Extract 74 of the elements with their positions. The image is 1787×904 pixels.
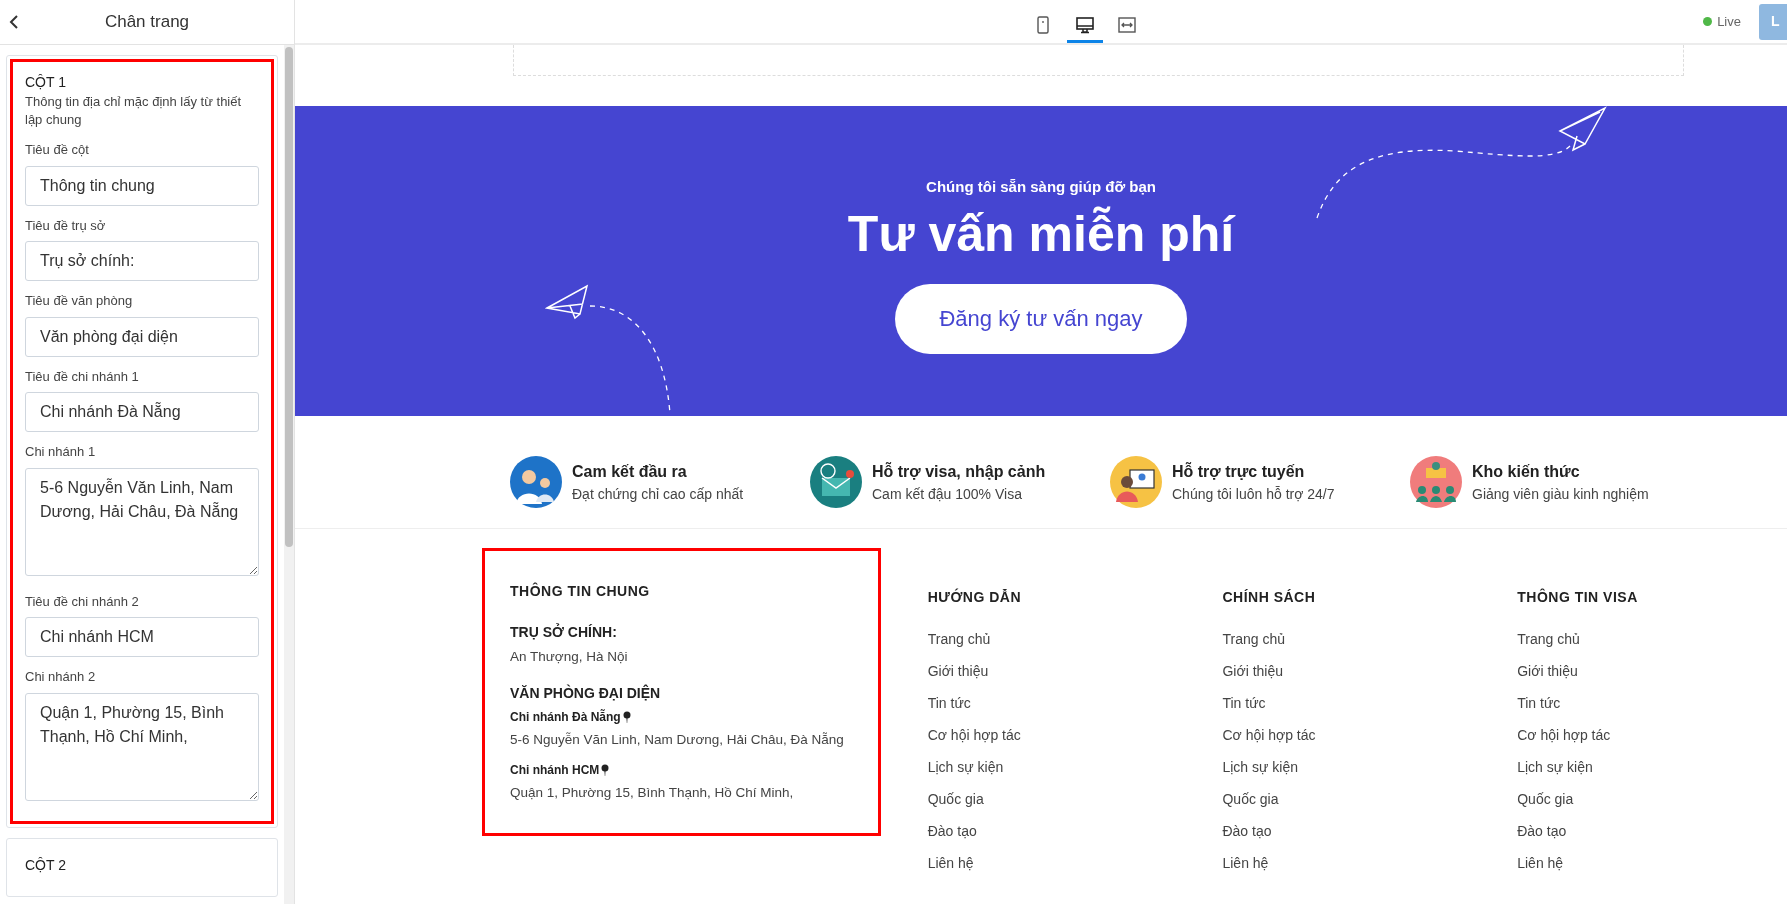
footer-link[interactable]: Quốc gia [1517,788,1762,810]
footer-link[interactable]: Tin tức [1222,692,1468,714]
footer-link[interactable]: Cơ hội hợp tác [1222,724,1468,746]
feature-text: Chúng tôi luôn hỗ trợ 24/7 [1172,484,1335,504]
footer-link[interactable]: Cơ hội hợp tác [1517,724,1762,746]
presenter-icon [1410,456,1462,508]
footer-link[interactable]: Tin tức [1517,692,1762,714]
address-text: Quận 1, Phường 15, Bình Thạnh, Hồ Chí Minh, [510,783,795,802]
banner-subtitle: Chúng tôi sẵn sàng giúp đỡ bạn [926,177,1156,197]
panel-title: Chân trang [104,11,191,34]
people-icon [510,456,562,508]
footer-link[interactable]: Tin tức [927,692,1173,714]
field-label: Tiêu đề trụ sở [25,216,107,235]
footer-link[interactable]: Quốc gia [1222,788,1468,810]
status-dot [1703,17,1713,26]
footer-link[interactable]: Lịch sự kiện [1517,756,1762,778]
input-field[interactable]: Trụ sở chính: [25,241,259,282]
input-field[interactable]: Chi nhánh Đà Nẵng [25,392,259,433]
column-title: CHÍNH SÁCH [1222,588,1317,607]
column-title: HƯỚNG DẪN [927,587,1023,607]
address-text: An Thượng, Hà Nội [510,648,629,666]
field-label: Chi nhánh 2 [25,668,97,687]
section-heading: VĂN PHÒNG ĐẠI DIỆN [510,683,662,704]
field-label: Chi nhánh 1 [25,443,97,462]
field-label: Tiêu đề chi nhánh 1 [25,367,140,386]
feature-text: Giảng viên giàu kinh nghiệm [1472,484,1649,504]
footer-link[interactable]: Quốc gia [927,788,1173,810]
section-heading: TRỤ SỞ CHÍNH: [510,622,618,642]
fullwidth-icon [1117,14,1137,35]
feature-title: Cam kết đầu ra [572,461,688,482]
text-area[interactable]: 5-6 Nguyễn Văn Linh, Nam Dương, Hải Châu, Đà Nẵng [25,467,259,576]
footer-link[interactable]: Cơ hội hợp tác [927,724,1173,746]
section-note: Thông tin địa chỉ mặc định lấy từ thiết lập chung [25,93,243,129]
input-field[interactable]: Văn phòng đại diện [25,316,259,357]
column-title: THÔNG TIN CHUNG [510,581,651,601]
branch-name: Chi nhánh HCM [510,761,600,779]
input-field[interactable]: Chi nhánh HCM [25,617,259,658]
footer-link[interactable]: Giới thiệu [927,660,1173,682]
back-icon[interactable] [8,14,20,30]
section-title[interactable]: CỘT 1 [25,72,259,93]
mail-icon [810,456,862,508]
feature-title: Hỗ trợ visa, nhập cảnh [872,461,1046,482]
feature-title: Hỗ trợ trực tuyến [1172,461,1306,482]
input-field[interactable]: Thông tin chung [25,165,259,206]
field-label: Tiêu đề chi nhánh 2 [25,592,140,611]
banner-title: Tư vấn miễn phí [847,206,1235,262]
footer-link[interactable]: Liên hệ [1222,852,1468,874]
address-text: 5-6 Nguyễn Văn Linh, Nam Dương, Hải Châu, Đà Nẵng [510,731,845,750]
footer-link[interactable]: Đào tạo [1222,820,1468,842]
feature-text: Cam kết đậu 100% Visa [872,484,1023,504]
register-button[interactable]: Đăng ký tư vấn ngay [895,283,1187,354]
section-title[interactable]: CỘT 2 [25,854,259,876]
scrollbar[interactable] [284,45,294,904]
footer-link[interactable]: Trang chủ [1222,628,1468,650]
text-area[interactable]: Quận 1, Phường 15, Bình Thạnh, Hồ Chí Minh, [25,692,259,801]
footer-link[interactable]: Lịch sự kiện [1222,756,1468,778]
feature-text: Đạt chứng chỉ cao cấp nhất [572,484,744,504]
footer-link[interactable]: Đào tạo [1517,820,1762,842]
footer-link[interactable]: Lịch sự kiện [927,756,1173,778]
footer-link[interactable]: Giới thiệu [1222,660,1468,682]
footer-link[interactable]: Liên hệ [1517,852,1762,874]
field-label: Tiêu đề cột [25,141,90,160]
video-call-icon [1110,456,1162,508]
desktop-icon [1075,14,1095,35]
branch-name: Chi nhánh Đà Nẵng [510,708,621,727]
field-label: Tiêu đề văn phòng [25,292,134,311]
status-label: Live [1717,12,1741,31]
feature-title: Kho kiến thức [1472,461,1581,482]
footer-link[interactable]: Giới thiệu [1517,660,1762,682]
footer-link[interactable]: Trang chủ [1517,628,1762,650]
column-title: THÔNG TIN VISA [1517,587,1639,607]
footer-link[interactable]: Đào tạo [927,820,1173,842]
footer-link[interactable]: Liên hệ [927,852,1173,874]
footer-link[interactable]: Trang chủ [927,628,1173,650]
